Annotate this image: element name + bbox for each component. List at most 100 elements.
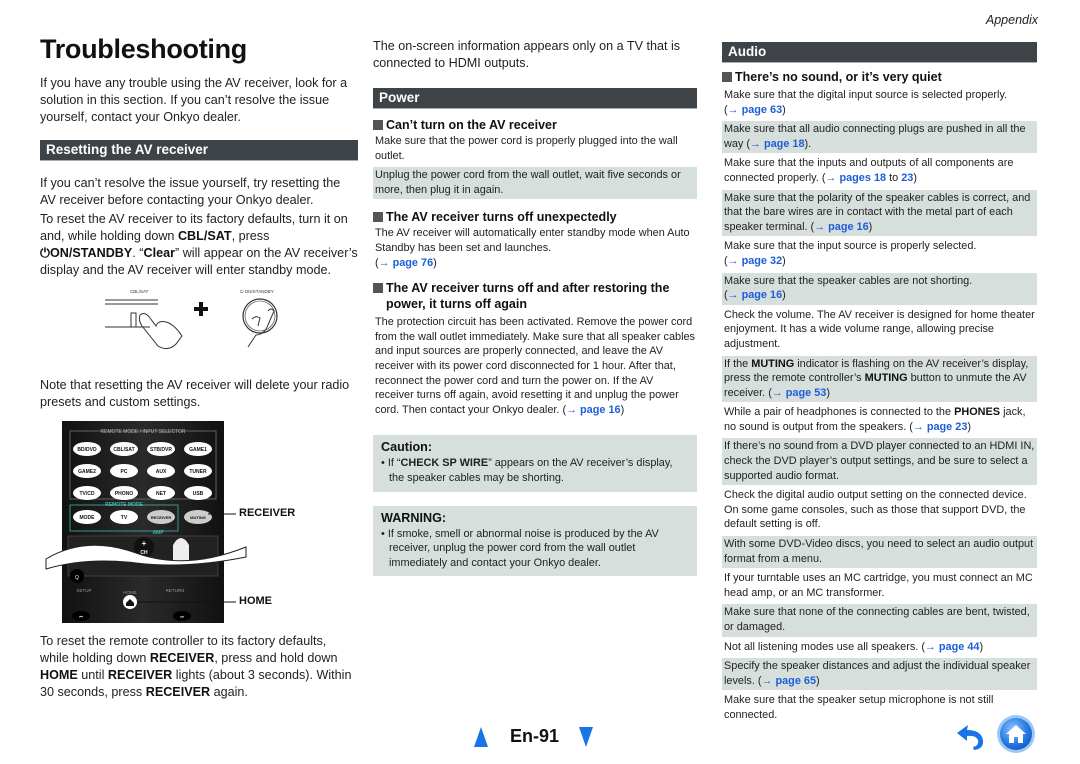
answer-item: Make sure that the speaker cables are no… (722, 272, 1037, 305)
remote-reset-paragraph: To reset the remote controller to its fa… (40, 633, 358, 701)
heading-text: There’s no sound, or it’s very quiet (735, 70, 942, 84)
arrow-icon: → (912, 420, 924, 433)
remote-group-label: REMOTE MODE / INPUT SELECTOR (100, 429, 185, 435)
answer-item: Make sure that the speaker setup microph… (722, 692, 1037, 724)
answer-item: Make sure that the inputs and outputs of… (724, 157, 1014, 184)
heading-text: The AV receiver turns off unexpectedly (386, 210, 617, 225)
link-text[interactable]: page 65 (775, 675, 816, 687)
link-text[interactable]: page 76 (393, 257, 434, 269)
page-link[interactable]: → page 32 (728, 255, 782, 267)
answer-item: Not all listening modes use all speakers… (724, 640, 984, 653)
link-text[interactable]: page 32 (742, 255, 783, 267)
page-link[interactable]: → page 53 (772, 387, 826, 399)
page-link[interactable]: → page 16 (566, 404, 620, 416)
answer-item: Check the volume. The AV receiver is des… (722, 307, 1037, 354)
arrow-icon: → (761, 674, 773, 687)
text: again. (210, 685, 248, 699)
page-link[interactable]: → page 63 (728, 104, 782, 116)
bullet-square-icon (373, 120, 383, 130)
page-link[interactable]: → page 16 (814, 221, 868, 233)
answer-item: Make sure that the power cord is properl… (375, 135, 678, 162)
back-button[interactable] (955, 722, 987, 752)
illus-label-cblsat: CBL/SAT (130, 289, 149, 294)
text: With some DVD-Video discs, you need to s… (724, 538, 1034, 565)
remote-button-label: TUNER (189, 469, 207, 475)
text: • If “ (381, 457, 401, 470)
warning-title: WARNING: (381, 510, 447, 525)
arrow-icon: → (566, 403, 577, 416)
page-link[interactable]: → page 23 (913, 421, 967, 433)
page-link[interactable]: → page 44 (925, 641, 979, 653)
key-name: MUTING (864, 372, 908, 385)
key-receiver: RECEIVER (145, 685, 211, 699)
next-page-button[interactable] (579, 726, 594, 747)
arrow-icon: → (727, 254, 739, 267)
hand-press-icon (247, 308, 275, 348)
remote-button-label: TV (121, 515, 128, 521)
answer-item: If the MUTING indicator is flashing on t… (722, 355, 1037, 403)
page-link[interactable]: → page 16 (728, 289, 782, 301)
reset-illustration-svg: CBL/SAT ⏻ ON/STANDBY (105, 289, 278, 350)
home-label: HOME (123, 590, 137, 595)
remote-svg: REMOTE MODE / INPUT SELECTOR BD/DVD CBL/S… (45, 421, 247, 623)
link-text[interactable]: page 16 (580, 404, 621, 416)
link-text[interactable]: page 16 (742, 289, 783, 301)
display-clear: Clear (143, 246, 176, 260)
answer-item: Unplug the power cord from the wall outl… (373, 167, 697, 200)
remote-button-label: USB (193, 491, 204, 497)
link-text[interactable]: page 18 (764, 138, 805, 150)
intro-text: If you have any trouble using the AV rec… (40, 76, 348, 124)
text: to (886, 171, 902, 184)
amp-label: AMP (152, 530, 164, 536)
svg-text:⏮: ⏮ (79, 614, 83, 619)
answer-item: Make sure that the polarity of the speak… (722, 189, 1037, 237)
link-text[interactable]: page 44 (939, 641, 980, 653)
text: If the (724, 357, 752, 370)
text: until (77, 668, 108, 682)
arrow-icon: → (727, 289, 739, 302)
section-header-reset: Resetting the AV receiver (40, 140, 358, 161)
caution-item: • If “CHECK SP WIRE” appears on the AV r… (381, 456, 689, 485)
home-button[interactable] (996, 714, 1036, 754)
key-name: MUTING (751, 357, 795, 370)
link-text[interactable]: pages 18 (839, 172, 886, 184)
remote-button-label: GAME2 (78, 469, 96, 475)
section-header-audio: Audio (722, 42, 1037, 63)
bullet-square-icon (722, 72, 732, 82)
answer-item: While a pair of headphones is connected … (724, 406, 1026, 433)
arrow-icon: → (727, 103, 739, 116)
remote-button-label: CBL/SAT (113, 447, 134, 453)
page-link[interactable]: → page 18 (750, 138, 804, 150)
key-home: HOME (40, 668, 78, 682)
link-text[interactable]: page 23 (927, 421, 968, 433)
svg-text:⏭: ⏭ (180, 614, 184, 619)
link-text[interactable]: page 53 (786, 387, 827, 399)
link-text[interactable]: page 16 (828, 221, 869, 233)
setup-label: SETUP (76, 588, 91, 593)
caution-title: Caution: (381, 440, 433, 455)
question-heading: There’s no sound, or it’s very quiet (722, 69, 1037, 85)
hand-icon (138, 313, 183, 350)
page-link[interactable]: → page 76 (379, 257, 433, 269)
column-left: Troubleshooting If you have any trouble … (40, 34, 358, 701)
prev-page-button[interactable] (474, 726, 488, 747)
arrow-icon: → (924, 640, 936, 653)
svg-text:+: + (142, 539, 147, 548)
page-link[interactable]: → pages 18 (826, 172, 887, 184)
question-heading: The AV receiver turns off and after rest… (373, 280, 697, 312)
heading-text: Can’t turn on the AV receiver (386, 118, 557, 132)
arrow-icon: → (814, 220, 826, 233)
answer-item: Specify the speaker distances and adjust… (722, 658, 1037, 691)
page-link[interactable]: → page 65 (762, 675, 816, 687)
callout-receiver: RECEIVER (239, 507, 296, 519)
heading-text: The AV receiver turns off and after rest… (386, 281, 670, 312)
text: If your turntable uses an MC cartridge, … (724, 572, 1033, 599)
caution-box: Caution: • If “CHECK SP WIRE” appears on… (373, 435, 697, 492)
arrow-icon: → (771, 386, 783, 399)
return-label: RETURN (166, 588, 185, 593)
remote-button-label: MODE (80, 515, 96, 521)
text: , press and hold down (214, 651, 338, 665)
link-text[interactable]: page 63 (742, 104, 783, 116)
page-number: En-91 (510, 726, 560, 746)
page-link[interactable]: 23 (901, 172, 913, 184)
